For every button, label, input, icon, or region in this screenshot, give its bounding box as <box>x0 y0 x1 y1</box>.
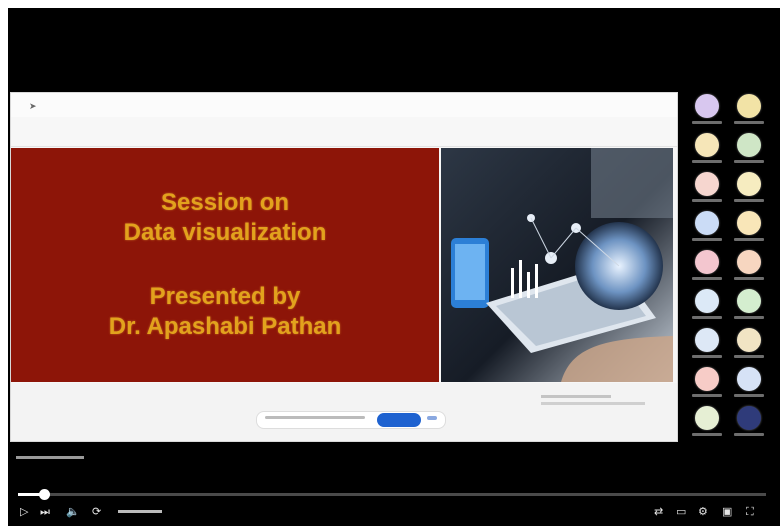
participant-name <box>734 160 764 163</box>
avatar <box>737 133 761 157</box>
avatar <box>737 172 761 196</box>
screen-sharing-bar <box>256 411 446 429</box>
title-panel: Session on Data visualization Presented … <box>11 148 439 382</box>
avatar <box>695 250 719 274</box>
participant-tile[interactable] <box>732 328 766 362</box>
window-top-edge <box>0 0 780 8</box>
participant-name <box>734 199 764 202</box>
cursor-icon: ➤ <box>29 101 37 111</box>
participant-name <box>734 355 764 358</box>
avatar <box>737 367 761 391</box>
participant-list <box>686 90 776 440</box>
avatar <box>695 367 719 391</box>
participant-tile[interactable] <box>690 367 724 401</box>
participant-tile[interactable] <box>690 94 724 128</box>
autoplay-toggle-icon[interactable]: ⇄ <box>654 504 663 520</box>
avatar <box>737 211 761 235</box>
avatar <box>737 94 761 118</box>
avatar <box>695 172 719 196</box>
session-title-line2: Data visualization <box>123 219 327 246</box>
slide-divider <box>11 146 677 147</box>
sharing-notice <box>265 416 365 419</box>
next-icon[interactable]: ⏭ <box>40 504 50 520</box>
avatar <box>695 94 719 118</box>
hide-sharing-link[interactable] <box>427 416 437 420</box>
slide-toolbar: ➤ <box>11 93 677 117</box>
avatar <box>695 289 719 313</box>
subtitles-icon[interactable]: ▭ <box>676 504 686 520</box>
presenter-line2: Dr. Apashabi Pathan <box>108 313 342 340</box>
participant-name <box>734 316 764 319</box>
time-display <box>118 504 162 520</box>
miniplayer-icon[interactable]: ▣ <box>722 504 732 520</box>
participant-tile[interactable] <box>690 406 724 440</box>
participant-tile[interactable] <box>690 289 724 323</box>
participant-tile[interactable] <box>690 250 724 284</box>
avatar <box>695 406 719 430</box>
participant-name <box>692 121 722 124</box>
avatar <box>737 289 761 313</box>
avatar <box>737 406 761 430</box>
participant-name <box>692 394 722 397</box>
participant-tile[interactable] <box>732 211 766 245</box>
participant-name <box>734 433 764 436</box>
activate-windows-watermark <box>541 395 651 405</box>
volume-icon[interactable]: 🔈 <box>66 504 80 520</box>
participant-tile[interactable] <box>732 94 766 128</box>
player-controls: ▷ ⏭ 🔈 ⟳ ⇄ ▭ ⚙ ▣ ⛶ <box>18 504 768 520</box>
participant-name <box>734 238 764 241</box>
participant-tile[interactable] <box>732 172 766 206</box>
fullscreen-icon[interactable]: ⛶ <box>746 504 754 520</box>
avatar <box>695 328 719 352</box>
participant-name <box>734 121 764 124</box>
participant-tile[interactable] <box>690 211 724 245</box>
participant-name <box>692 199 722 202</box>
participant-name <box>692 316 722 319</box>
participant-tile[interactable] <box>732 133 766 167</box>
laptop-globe-illustration <box>441 148 673 382</box>
session-title-line1: Session on <box>160 189 290 216</box>
participant-tile[interactable] <box>690 172 724 206</box>
participant-name <box>692 355 722 358</box>
play-icon[interactable]: ▷ <box>20 504 28 520</box>
participant-tile[interactable] <box>690 328 724 362</box>
stop-sharing-button[interactable] <box>377 413 421 427</box>
meeting-caption <box>16 454 84 459</box>
avatar <box>737 250 761 274</box>
progress-scrubber[interactable] <box>39 489 51 500</box>
settings-icon[interactable]: ⚙ <box>698 504 708 520</box>
participant-name <box>734 394 764 397</box>
presentation-footer <box>11 383 677 441</box>
participant-name <box>692 277 722 280</box>
avatar <box>737 328 761 352</box>
presenter-line1: Presented by <box>149 283 301 310</box>
shared-presentation-screen: ➤ Session on Data visualization Presente… <box>10 92 678 442</box>
participant-name <box>692 160 722 163</box>
avatar <box>695 133 719 157</box>
participant-tile[interactable] <box>690 133 724 167</box>
participant-tile[interactable] <box>732 367 766 401</box>
participant-name <box>734 277 764 280</box>
participant-name <box>692 238 722 241</box>
window-left-edge <box>0 0 8 526</box>
participant-tile[interactable] <box>732 406 766 440</box>
autoplay-icon[interactable]: ⟳ <box>92 504 101 520</box>
data-visualization-image <box>441 148 673 382</box>
participant-tile[interactable] <box>732 289 766 323</box>
participant-tile[interactable] <box>732 250 766 284</box>
avatar <box>695 211 719 235</box>
video-progress-bar[interactable] <box>18 489 766 500</box>
participant-name <box>692 433 722 436</box>
